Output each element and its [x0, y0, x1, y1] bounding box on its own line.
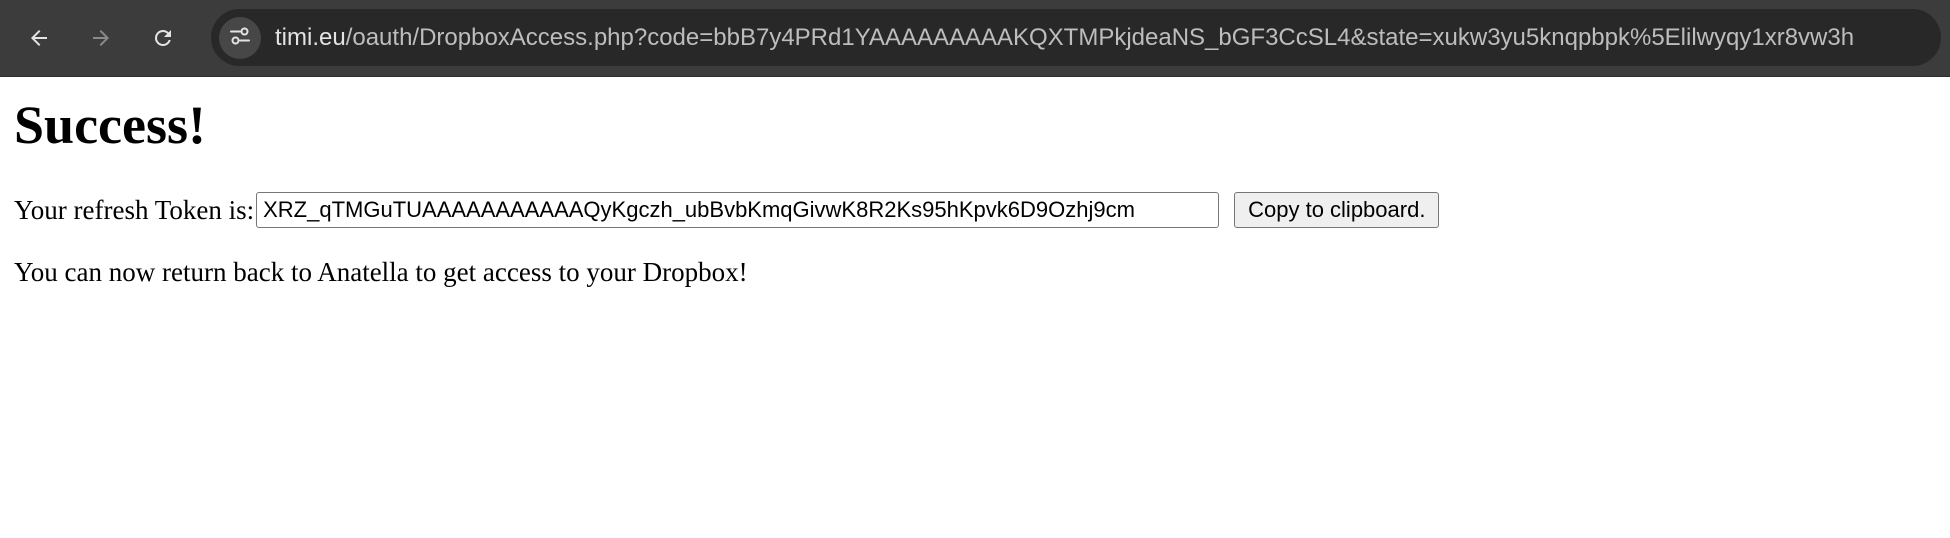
browser-toolbar: timi.eu/oauth/DropboxAccess.php?code=bbB…: [0, 0, 1950, 77]
page-title: Success!: [14, 95, 206, 155]
url-text[interactable]: timi.eu/oauth/DropboxAccess.php?code=bbB…: [275, 9, 1854, 66]
token-label: Your refresh Token is:: [14, 195, 255, 225]
forward-button[interactable]: [79, 16, 123, 60]
back-button[interactable]: [17, 16, 61, 60]
token-row: Your refresh Token is: Copy to clipboard…: [14, 190, 1440, 230]
page-content: Success! Your refresh Token is: Copy to …: [0, 78, 1950, 538]
reload-button[interactable]: [141, 16, 185, 60]
site-info-button[interactable]: [219, 17, 261, 59]
back-arrow-icon: [27, 26, 51, 50]
url-path: /oauth/DropboxAccess.php?code=bbB7y4PRd1…: [345, 24, 1855, 51]
copy-to-clipboard-button[interactable]: Copy to clipboard.: [1234, 192, 1440, 228]
instruction-message: You can now return back to Anatella to g…: [14, 257, 748, 287]
site-settings-icon: [228, 24, 252, 53]
url-host: timi.eu: [275, 24, 346, 51]
forward-arrow-icon: [89, 26, 113, 50]
reload-icon: [151, 26, 175, 50]
address-bar[interactable]: timi.eu/oauth/DropboxAccess.php?code=bbB…: [211, 9, 1941, 66]
refresh-token-field[interactable]: [256, 192, 1220, 228]
